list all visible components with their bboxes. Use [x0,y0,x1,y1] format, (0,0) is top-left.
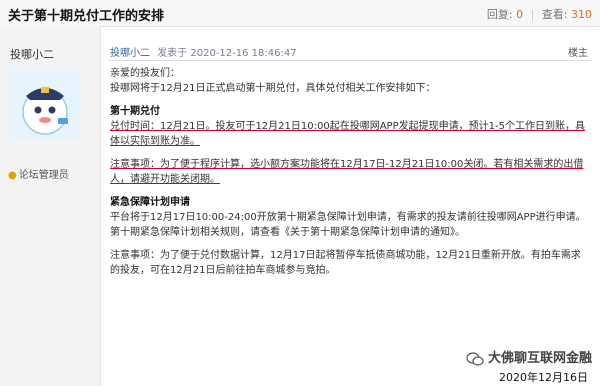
role-label: 论坛管理员 [18,170,69,181]
reply-count: 0 [516,8,524,21]
post-floor: 楼主 [568,48,588,59]
user-role: ● 论坛管理员 [8,166,69,181]
view-label: 查看: [541,8,568,21]
post-divider [108,60,592,61]
greeting: 亲爱的投友们： [110,68,180,79]
post-meta: 投哪小二 发表于 2020-12-16 18:46:47 楼主 [110,44,590,59]
reply-label: 回复: [486,8,513,21]
section2-text: 平台将于12月17日10:00-24:00开放第十期紧急保障计划申请，有需求的投… [110,212,586,238]
wechat-icon [466,351,484,366]
thread-title: 关于第十期兑付工作的安排 [8,9,165,24]
avatar[interactable] [10,70,80,140]
post-datetime: 发表于 2020-12-16 18:46:47 [157,48,297,59]
username[interactable]: 投哪小二 [10,46,54,62]
post-content: 亲爱的投友们： 投哪网将于12月21日正式启动第十期兑付，具体兑付相关工作安排如… [110,66,590,278]
user-sidebar: 投哪小二 ● 论坛管理员 [0,26,101,386]
medal-icon: ● [8,170,17,181]
watermark: 大佛聊互联网金融 [466,347,592,366]
section2-title: 紧急保障计划申请 [110,197,190,208]
thread-stats: 回复: 0 | 查看: 310 [487,6,592,22]
thread-header: 关于第十期兑付工作的安排 回复: 0 | 查看: 310 [0,0,600,27]
view-count: 310 [571,8,592,21]
stats-separator: | [530,8,535,21]
section1-title: 第十期兑付 [110,106,160,117]
section2-note: 注意事项：为了便于兑付数据计算，12月17日起将暂停车抵债商城功能，12月21日… [110,250,581,276]
section1-note: 注意事项：为了便于程序计算，选小额方案功能将在12月17日-12月21日10:0… [110,159,584,185]
date-stamp: 2020年12月16日 [499,371,588,384]
section1-text: 兑付时间：12月21日。投友可于12月21日10:00起在投哪网APP发起提现申… [110,121,585,147]
post-author[interactable]: 投哪小二 [110,48,150,59]
watermark-text: 大佛聊互联网金融 [487,351,592,366]
intro: 投哪网将于12月21日正式启动第十期兑付，具体兑付相关工作安排如下： [110,83,436,94]
